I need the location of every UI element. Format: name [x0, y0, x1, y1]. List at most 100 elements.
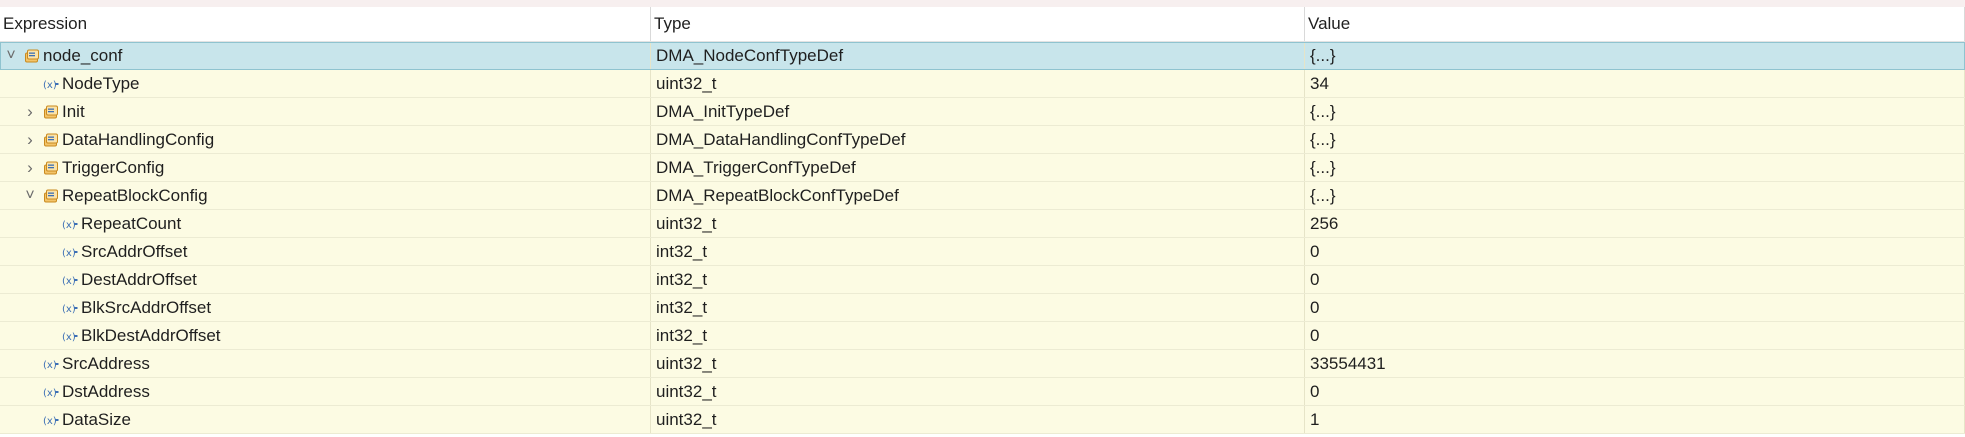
value-text: 0	[1310, 326, 1320, 345]
value-cell[interactable]: 0	[1305, 266, 1965, 293]
variable-icon: (x)	[62, 216, 78, 232]
tree-row-TriggerConfig[interactable]: › TriggerConfig DMA_TriggerConfTypeDef {…	[0, 154, 1965, 182]
type-cell: DMA_DataHandlingConfTypeDef	[651, 126, 1305, 153]
struct-icon	[43, 160, 59, 176]
type-text: int32_t	[656, 326, 708, 345]
value-text: {...}	[1310, 130, 1336, 149]
top-edge	[0, 0, 1965, 7]
expression-name: SrcAddrOffset	[81, 242, 188, 261]
value-cell[interactable]: {...}	[1305, 98, 1965, 125]
variable-icon: (x)	[43, 356, 59, 372]
value-cell[interactable]: 0	[1305, 294, 1965, 321]
struct-icon	[43, 132, 59, 148]
type-text: int32_t	[656, 298, 708, 317]
expression-cell: (x) SrcAddress	[0, 350, 651, 377]
tree-row-DestAddrOffset[interactable]: (x) DestAddrOffset int32_t 0	[0, 266, 1965, 294]
expression-name: BlkDestAddrOffset	[81, 326, 221, 345]
variable-icon: (x)	[62, 272, 78, 288]
chevron-right-icon[interactable]: ›	[23, 154, 37, 181]
chevron-right-icon[interactable]: ›	[23, 126, 37, 153]
struct-icon	[43, 104, 59, 120]
expression-name: RepeatBlockConfig	[62, 186, 208, 205]
svg-text:(x): (x)	[43, 416, 57, 426]
expression-cell: ˅ node_conf	[0, 42, 651, 69]
variable-icon: (x)	[62, 300, 78, 316]
value-cell[interactable]: 1	[1305, 406, 1965, 433]
value-cell[interactable]: 34	[1305, 70, 1965, 97]
svg-text:(x): (x)	[62, 276, 76, 286]
expression-cell: › DataHandlingConfig	[0, 126, 651, 153]
expression-cell: (x) DataSize	[0, 406, 651, 433]
expression-name: SrcAddress	[62, 354, 150, 373]
variable-icon: (x)	[62, 244, 78, 260]
expression-name: DataSize	[62, 410, 131, 429]
value-text: {...}	[1310, 186, 1336, 205]
type-text: int32_t	[656, 270, 708, 289]
tree-row-SrcAddrOffset[interactable]: (x) SrcAddrOffset int32_t 0	[0, 238, 1965, 266]
value-cell[interactable]: 33554431	[1305, 350, 1965, 377]
value-cell[interactable]: {...}	[1305, 126, 1965, 153]
type-cell: DMA_TriggerConfTypeDef	[651, 154, 1305, 181]
variable-icon: (x)	[62, 328, 78, 344]
svg-text:(x): (x)	[62, 248, 76, 258]
type-text: uint32_t	[656, 74, 717, 93]
type-text: DMA_RepeatBlockConfTypeDef	[656, 186, 899, 205]
type-cell: DMA_RepeatBlockConfTypeDef	[651, 182, 1305, 209]
tree-row-Init[interactable]: › Init DMA_InitTypeDef {...}	[0, 98, 1965, 126]
type-cell: uint32_t	[651, 210, 1305, 237]
expression-cell: (x) BlkSrcAddrOffset	[0, 294, 651, 321]
tree-row-DataSize[interactable]: (x) DataSize uint32_t 1	[0, 406, 1965, 434]
expression-name: BlkSrcAddrOffset	[81, 298, 212, 317]
value-cell[interactable]: 0	[1305, 238, 1965, 265]
value-text: 1	[1310, 410, 1320, 429]
tree-row-RepeatBlockConfig[interactable]: ˅ RepeatBlockConfig DMA_RepeatBlockConfT…	[0, 182, 1965, 210]
type-text: DMA_InitTypeDef	[656, 102, 790, 121]
value-cell[interactable]: 0	[1305, 322, 1965, 349]
expression-cell: (x) NodeType	[0, 70, 651, 97]
value-cell[interactable]: 0	[1305, 378, 1965, 405]
svg-text:(x): (x)	[43, 388, 57, 398]
type-text: uint32_t	[656, 382, 717, 401]
type-cell: int32_t	[651, 238, 1305, 265]
svg-text:(x): (x)	[43, 360, 57, 370]
expression-tree: ˅ node_conf DMA_NodeConfTypeDef {...} (x…	[0, 42, 1965, 434]
chevron-down-icon[interactable]: ˅	[4, 42, 18, 69]
value-text: 34	[1310, 74, 1329, 93]
expression-cell: › Init	[0, 98, 651, 125]
tree-row-SrcAddress[interactable]: (x) SrcAddress uint32_t 33554431	[0, 350, 1965, 378]
tree-row-node_conf[interactable]: ˅ node_conf DMA_NodeConfTypeDef {...}	[0, 42, 1965, 70]
value-cell[interactable]: {...}	[1305, 182, 1965, 209]
type-text: DMA_DataHandlingConfTypeDef	[656, 130, 906, 149]
chevron-down-icon[interactable]: ˅	[23, 182, 37, 209]
tree-row-NodeType[interactable]: (x) NodeType uint32_t 34	[0, 70, 1965, 98]
value-text: 0	[1310, 242, 1320, 261]
tree-row-BlkDestAddrOffset[interactable]: (x) BlkDestAddrOffset int32_t 0	[0, 322, 1965, 350]
type-cell: int32_t	[651, 322, 1305, 349]
value-text: {...}	[1310, 46, 1336, 65]
column-header-expression[interactable]: Expression	[0, 7, 651, 41]
tree-row-DataHandlingConfig[interactable]: › DataHandlingConfig DMA_DataHandlingCon…	[0, 126, 1965, 154]
svg-text:(x): (x)	[62, 304, 76, 314]
variable-icon: (x)	[43, 412, 59, 428]
column-header-type[interactable]: Type	[651, 7, 1305, 41]
type-cell: int32_t	[651, 266, 1305, 293]
expression-name: TriggerConfig	[62, 158, 165, 177]
value-text: 0	[1310, 298, 1320, 317]
expression-name: DstAddress	[62, 382, 150, 401]
type-text: DMA_TriggerConfTypeDef	[656, 158, 856, 177]
svg-text:(x): (x)	[62, 220, 76, 230]
type-cell: uint32_t	[651, 350, 1305, 377]
expression-name: DestAddrOffset	[81, 270, 197, 289]
tree-row-RepeatCount[interactable]: (x) RepeatCount uint32_t 256	[0, 210, 1965, 238]
tree-row-BlkSrcAddrOffset[interactable]: (x) BlkSrcAddrOffset int32_t 0	[0, 294, 1965, 322]
value-text: 0	[1310, 270, 1320, 289]
column-header-value[interactable]: Value	[1305, 7, 1965, 41]
type-cell: uint32_t	[651, 406, 1305, 433]
value-cell[interactable]: {...}	[1305, 154, 1965, 181]
tree-row-DstAddress[interactable]: (x) DstAddress uint32_t 0	[0, 378, 1965, 406]
expression-name: node_conf	[43, 46, 123, 65]
value-cell[interactable]: 256	[1305, 210, 1965, 237]
value-cell[interactable]: {...}	[1305, 42, 1965, 69]
expression-cell: (x) RepeatCount	[0, 210, 651, 237]
chevron-right-icon[interactable]: ›	[23, 98, 37, 125]
